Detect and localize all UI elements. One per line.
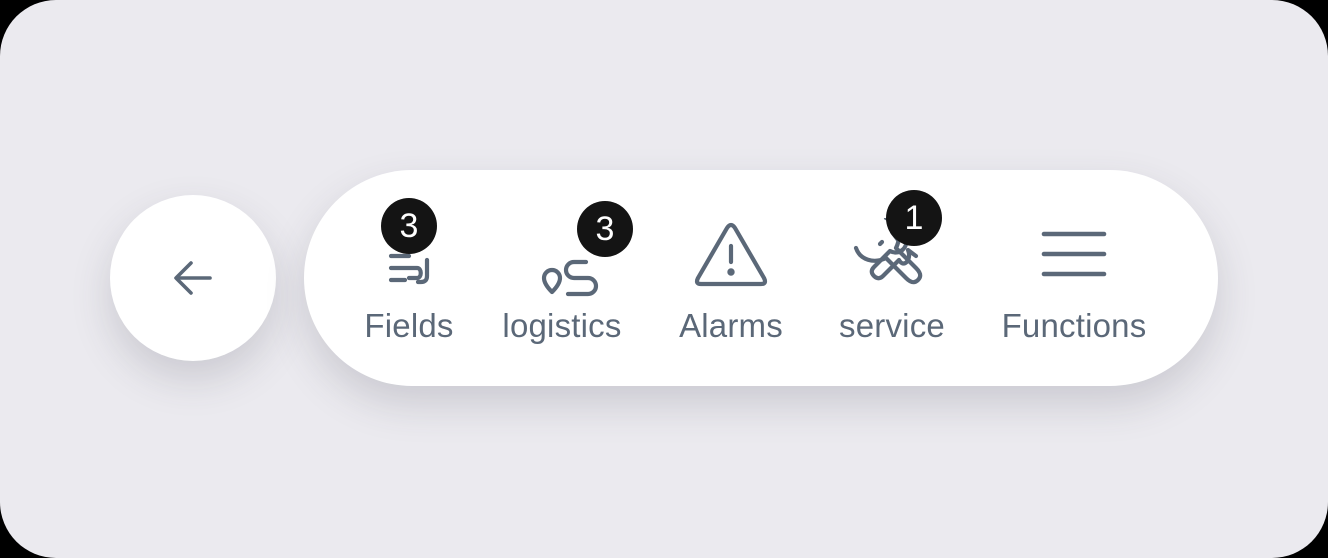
nav-item-logistics[interactable]: 3 logistics [490, 170, 634, 386]
badge-fields: 3 [381, 198, 437, 254]
nav-item-fields[interactable]: 3 Fields [349, 170, 469, 386]
nav-label-alarms: Alarms [679, 307, 783, 344]
nav-label-service: service [839, 307, 945, 344]
nav-label-logistics: logistics [502, 307, 622, 344]
badge-service: 1 [886, 190, 942, 246]
nav-label-fields: Fields [364, 307, 454, 344]
screen: 3 Fields 3 logistics Alarms 1 service Fu… [0, 0, 1328, 558]
nav-item-service[interactable]: 1 service [826, 170, 958, 386]
badge-logistics: 3 [577, 201, 633, 257]
menu-icon [1034, 218, 1114, 298]
nav-item-functions[interactable]: Functions [986, 170, 1162, 386]
bottom-nav-bar: 3 Fields 3 logistics Alarms 1 service Fu… [304, 170, 1218, 386]
alert-triangle-icon [691, 218, 771, 298]
nav-item-alarms[interactable]: Alarms [666, 170, 796, 386]
back-button[interactable] [110, 195, 276, 361]
arrow-left-icon [174, 261, 212, 295]
nav-label-functions: Functions [1001, 307, 1147, 344]
